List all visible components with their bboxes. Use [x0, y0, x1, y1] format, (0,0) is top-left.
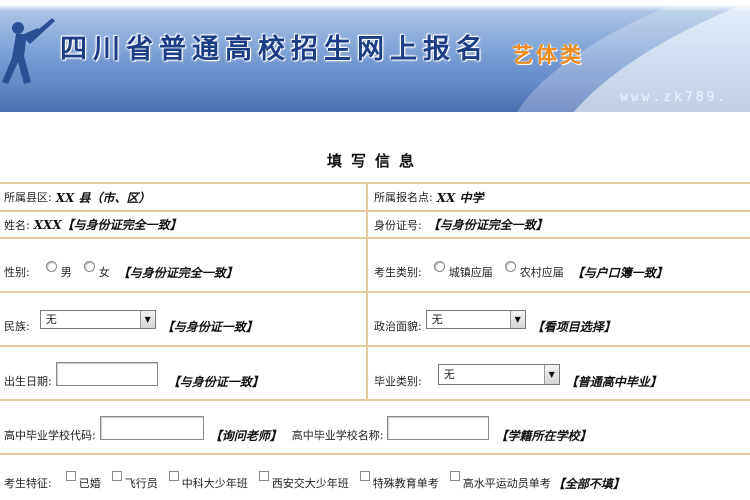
school-code-label: 高中毕业学校代码:	[4, 429, 96, 442]
feature-pilot-label: 飞行员	[124, 477, 158, 490]
politics-select[interactable]: 无 ▼	[425, 309, 526, 329]
features-cell: 考生特征: 已婚 飞行员 中科大少年班 西安交大少年班 特殊教育单考 高水平运动…	[0, 455, 750, 495]
category-urban-label: 城镇应届	[448, 266, 493, 279]
nation-selected-value: 无	[45, 313, 57, 326]
nation-cell: 民族: 无 ▼ 【与身份证一致】	[0, 293, 368, 345]
county-cell: 所属县区: XX 县（市、区）	[0, 184, 368, 210]
gender-female-radio[interactable]	[83, 260, 95, 272]
grad-note: 【普通高中毕业】	[565, 374, 662, 389]
birth-label: 出生日期:	[4, 375, 52, 388]
name-cell: 姓名: XXX【与身份证完全一致】	[0, 212, 368, 237]
idno-cell: 身份证号: 【与身份证完全一致】	[368, 212, 750, 237]
feature-xjtu-checkbox[interactable]	[258, 471, 269, 481]
header-banner: 四川省普通高校招生网上报名 艺体类 www.zk789.	[0, 0, 750, 112]
triangle-down-icon[interactable]: ▼	[543, 364, 559, 384]
gender-label: 性别:	[4, 266, 30, 279]
category-urban-radio[interactable]	[433, 260, 445, 272]
grad-label: 毕业类别:	[374, 375, 422, 388]
form-row-school: 高中毕业学校代码: 【询问老师】 高中毕业学校名称: 【学籍所在学校】	[0, 401, 750, 455]
banner-url: www.zk789.	[620, 90, 729, 105]
form-row-gender-category: 性别: 男 女 【与身份证完全一致】 考生类别: 城镇应届 农村应届 【与户口簿…	[0, 239, 750, 293]
school-name-note: 【学籍所在学校】	[495, 428, 592, 443]
feature-married-checkbox[interactable]	[65, 471, 76, 481]
site-cell: 所属报名点: XX 中学	[368, 184, 750, 210]
feature-special-edu-checkbox[interactable]	[359, 471, 370, 481]
birth-note: 【与身份证一致】	[167, 374, 264, 389]
form-row-birth-grad: 出生日期: 【与身份证一致】 毕业类别: 无 ▼ 【普通高中毕业】	[0, 347, 750, 401]
name-value: XXX【与身份证完全一致】	[33, 218, 182, 232]
politics-cell: 政治面貌: 无 ▼ 【看项目选择】	[368, 293, 750, 345]
category-rural-label: 农村应届	[519, 266, 564, 279]
politics-label: 政治面貌:	[374, 320, 422, 333]
category-note: 【与户口簿一致】	[571, 265, 668, 280]
site-label: 所属报名点:	[374, 191, 433, 204]
banner-title: 四川省普通高校招生网上报名	[60, 34, 489, 65]
feature-xjtu-label: 西安交大少年班	[271, 477, 349, 490]
feature-athlete-checkbox[interactable]	[449, 471, 460, 481]
gender-note: 【与身份证完全一致】	[117, 265, 238, 280]
politics-selected-value: 无	[431, 313, 443, 326]
feature-athlete-label: 高水平运动员单考	[462, 477, 551, 490]
grad-cell: 毕业类别: 无 ▼ 【普通高中毕业】	[368, 347, 750, 399]
registration-form: 所属县区: XX 县（市、区） 所属报名点: XX 中学 姓名: XXX【与身份…	[0, 182, 750, 495]
banner-subtitle: 艺体类	[512, 43, 584, 67]
gender-cell: 性别: 男 女 【与身份证完全一致】	[0, 239, 368, 291]
idno-note: 【与身份证完全一致】	[427, 218, 548, 232]
form-row-identity: 姓名: XXX【与身份证完全一致】 身份证号: 【与身份证完全一致】	[0, 212, 750, 239]
feature-pilot-checkbox[interactable]	[111, 471, 122, 481]
nation-note: 【与身份证一致】	[161, 319, 258, 334]
gender-male-label: 男	[60, 266, 72, 279]
county-value: XX 县（市、区）	[55, 190, 151, 205]
form-row-location: 所属县区: XX 县（市、区） 所属报名点: XX 中学	[0, 184, 750, 212]
school-code-input[interactable]	[99, 416, 204, 440]
triangle-down-icon[interactable]: ▼	[509, 310, 525, 328]
birth-input[interactable]	[55, 362, 158, 386]
gender-male-radio[interactable]	[45, 260, 57, 272]
category-cell: 考生类别: 城镇应届 农村应届 【与户口簿一致】	[368, 239, 750, 291]
county-label: 所属县区:	[4, 191, 52, 204]
feature-ustc-label: 中科大少年班	[181, 477, 248, 490]
school-code-note: 【询问老师】	[209, 428, 282, 443]
site-value: XX 中学	[436, 190, 484, 205]
nation-select[interactable]: 无 ▼	[39, 309, 156, 329]
name-label: 姓名:	[4, 218, 30, 232]
features-note: 【全部不填】	[552, 476, 625, 491]
politics-note: 【看项目选择】	[531, 319, 616, 334]
feature-special-edu-label: 特殊教育单考	[372, 477, 439, 490]
nation-label: 民族:	[4, 320, 30, 333]
school-name-input[interactable]	[387, 416, 490, 440]
form-title: 填写信息	[326, 152, 423, 170]
features-label: 考生特征:	[4, 477, 52, 490]
form-row-features: 考生特征: 已婚 飞行员 中科大少年班 西安交大少年班 特殊教育单考 高水平运动…	[0, 455, 750, 495]
gender-female-label: 女	[98, 266, 110, 279]
feature-married-label: 已婚	[78, 477, 101, 490]
athlete-silhouette-icon	[2, 18, 55, 84]
school-name-label: 高中毕业学校名称:	[291, 429, 384, 442]
category-label: 考生类别:	[374, 266, 422, 279]
category-rural-radio[interactable]	[504, 260, 516, 272]
feature-ustc-checkbox[interactable]	[168, 471, 179, 481]
school-cell: 高中毕业学校代码: 【询问老师】 高中毕业学校名称: 【学籍所在学校】	[0, 401, 750, 453]
birth-cell: 出生日期: 【与身份证一致】	[0, 347, 368, 399]
grad-selected-value: 无	[443, 368, 455, 381]
form-row-nation-politics: 民族: 无 ▼ 【与身份证一致】 政治面貌: 无 ▼ 【看项目选择】	[0, 293, 750, 347]
grad-select[interactable]: 无 ▼	[437, 363, 560, 385]
triangle-down-icon[interactable]: ▼	[139, 310, 155, 328]
idno-label: 身份证号:	[374, 218, 422, 232]
